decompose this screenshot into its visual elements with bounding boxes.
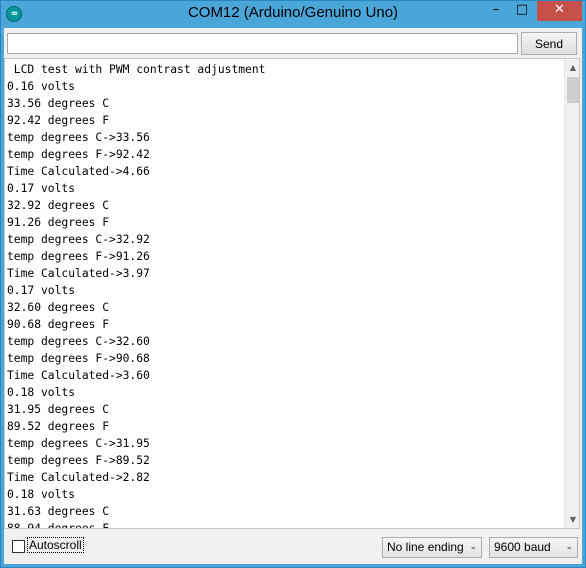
baud-rate-value: 9600 baud [494, 540, 551, 554]
title-bar[interactable]: ∞ COM12 (Arduino/Genuino Uno) – □ ✕ [1, 1, 585, 27]
close-button[interactable]: ✕ [537, 1, 582, 21]
scroll-up-arrow-icon[interactable]: ▲ [565, 59, 579, 76]
baud-rate-select[interactable]: 9600 baud ⌄ [489, 537, 578, 558]
output-line: temp degrees F->91.26 [7, 250, 150, 263]
output-line: 92.42 degrees F [7, 114, 110, 127]
serial-monitor-body: Send LCD test with PWM contrast adjustme… [4, 28, 582, 564]
send-input[interactable] [7, 33, 518, 54]
output-line: Time Calculated->3.60 [7, 369, 150, 382]
output-line: 88.94 degrees F [7, 522, 110, 529]
output-line: 89.52 degrees F [7, 420, 110, 433]
output-line: 32.92 degrees C [7, 199, 110, 212]
serial-monitor-window: ∞ COM12 (Arduino/Genuino Uno) – □ ✕ Send… [0, 0, 586, 568]
autoscroll-checkbox[interactable] [12, 540, 25, 553]
output-line: 0.17 volts [7, 284, 76, 297]
output-line: 0.17 volts [7, 182, 76, 195]
autoscroll-label[interactable]: Autoscroll [27, 537, 84, 553]
output-line: temp degrees F->92.42 [7, 148, 150, 161]
output-line: 33.56 degrees C [7, 97, 110, 110]
output-lines: LCD test with PWM contrast adjustment 0.1… [7, 61, 563, 529]
vertical-scrollbar[interactable]: ▲ ▼ [564, 59, 579, 528]
output-line: 91.26 degrees F [7, 216, 110, 229]
output-line: LCD test with PWM contrast adjustment [7, 63, 266, 76]
output-line: 0.16 volts [7, 80, 76, 93]
output-line: 31.95 degrees C [7, 403, 110, 416]
output-line: temp degrees F->89.52 [7, 454, 150, 467]
output-line: 31.63 degrees C [7, 505, 110, 518]
chevron-down-icon: ⌄ [565, 542, 573, 552]
output-line: 0.18 volts [7, 386, 76, 399]
output-line: Time Calculated->4.66 [7, 165, 150, 178]
footer-bar: Autoscroll No line ending ⌄ 9600 baud ⌄ [4, 532, 582, 562]
output-line: temp degrees C->31.95 [7, 437, 150, 450]
serial-output[interactable]: LCD test with PWM contrast adjustment 0.1… [4, 58, 580, 529]
output-line: temp degrees F->90.68 [7, 352, 150, 365]
scroll-thumb[interactable] [567, 77, 579, 103]
output-line: 32.60 degrees C [7, 301, 110, 314]
maximize-button[interactable]: □ [509, 1, 535, 21]
output-line: 0.18 volts [7, 488, 76, 501]
chevron-down-icon: ⌄ [469, 542, 477, 552]
line-ending-value: No line ending [387, 540, 464, 554]
output-line: Time Calculated->2.82 [7, 471, 150, 484]
minimize-button[interactable]: – [483, 1, 509, 21]
send-button[interactable]: Send [521, 32, 577, 55]
output-line: temp degrees C->32.92 [7, 233, 150, 246]
line-ending-select[interactable]: No line ending ⌄ [382, 537, 482, 558]
output-line: temp degrees C->33.56 [7, 131, 150, 144]
output-line: temp degrees C->32.60 [7, 335, 150, 348]
output-line: Time Calculated->3.97 [7, 267, 150, 280]
scroll-down-arrow-icon[interactable]: ▼ [565, 511, 579, 528]
output-line: 90.68 degrees F [7, 318, 110, 331]
